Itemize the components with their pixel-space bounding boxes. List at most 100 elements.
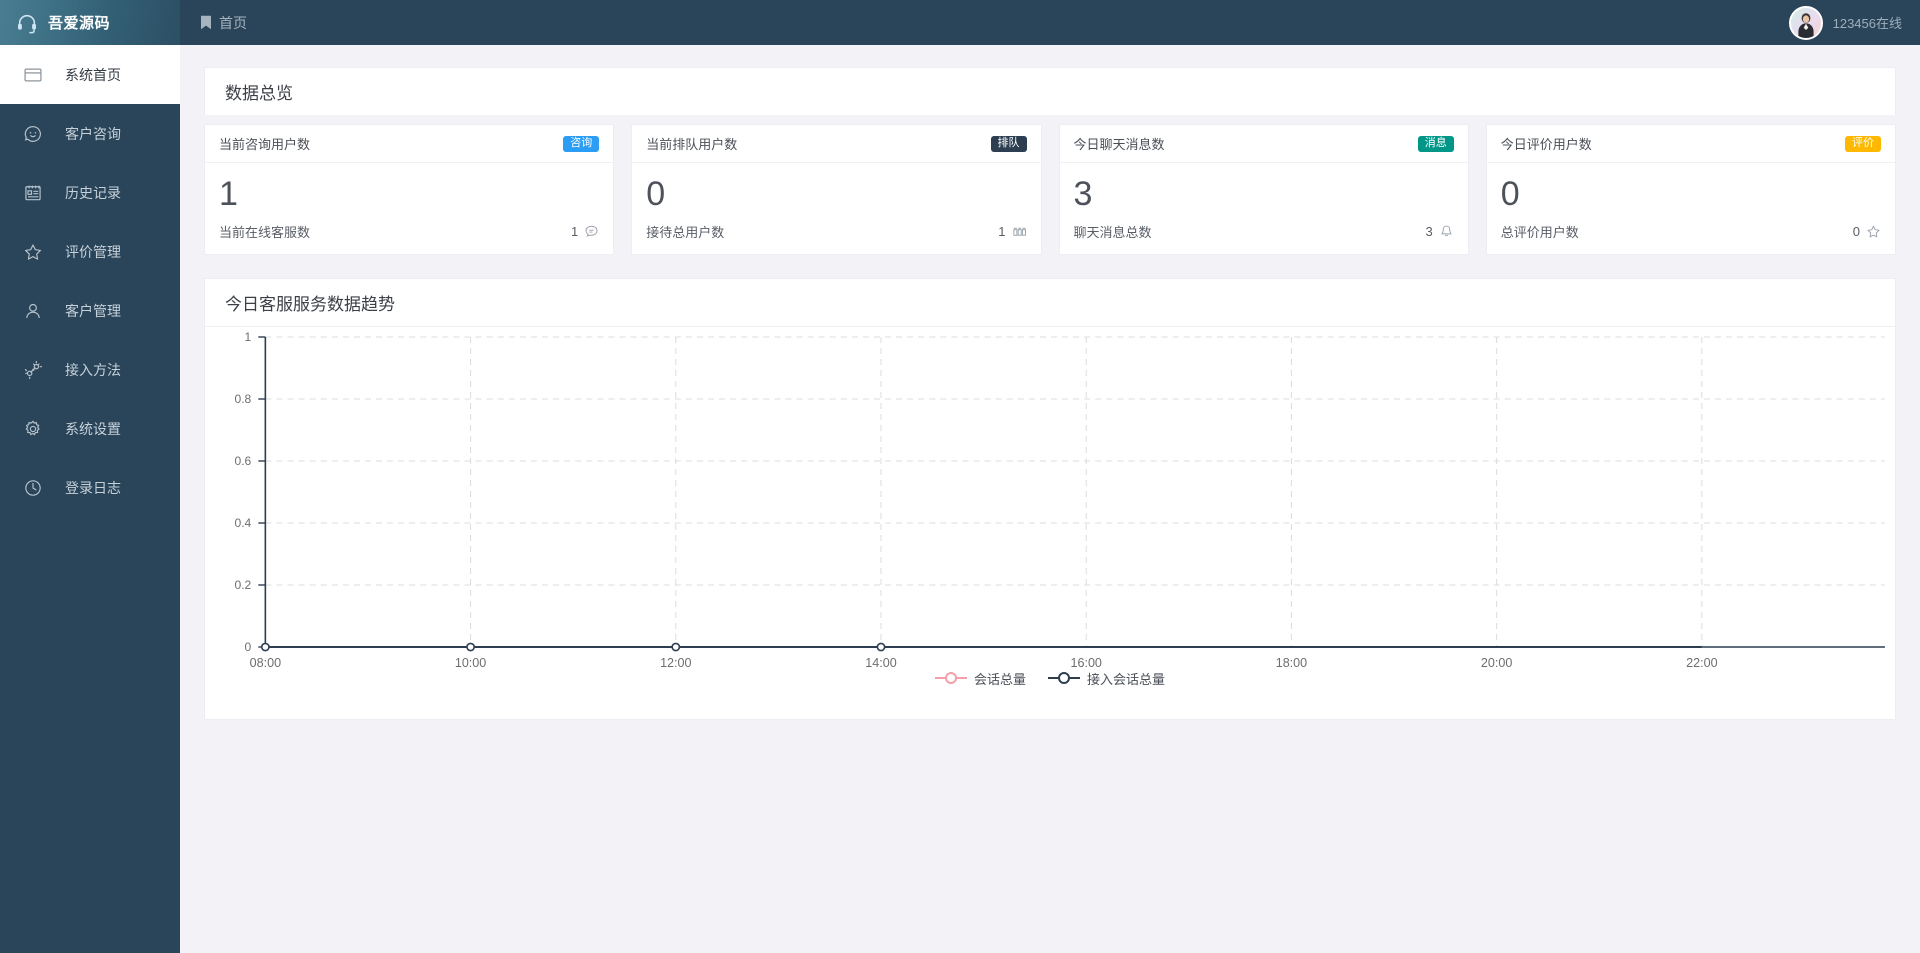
sidebar-item-label: 评价管理 [65,243,121,260]
avatar [1788,5,1823,40]
topbar: 首页 123456在线 [180,0,1920,45]
svg-text:0.8: 0.8 [235,392,252,406]
status-badge: 消息 [1417,135,1454,152]
window-icon [23,65,43,85]
stat-card-footer: 聊天消息总数 3 [1060,213,1468,254]
svg-text:22:00: 22:00 [1686,656,1717,667]
sidebar-item-label: 客户咨询 [65,125,121,142]
sidebar-item-review-management[interactable]: 评价管理 [0,222,180,281]
svg-text:1: 1 [245,330,252,344]
stat-card-label: 当前排队用户数 [646,137,738,152]
stat-card-label: 今日聊天消息数 [1073,137,1165,152]
sidebar-item-label: 系统设置 [65,420,121,437]
sidebar-item-label: 客户管理 [65,302,121,319]
sidebar-item-label: 登录日志 [65,479,121,496]
sidebar-item-label: 接入方法 [65,361,121,378]
stat-card[interactable]: 当前咨询用户数 咨询 1 当前在线客服数 1 [204,124,615,255]
legend-item[interactable]: 会话总量 [934,669,1026,688]
sidebar-item-customer-consult[interactable]: 客户咨询 [0,104,180,163]
user-icon [23,301,43,321]
stat-card-footer: 接待总用户数 1 [632,213,1040,254]
svg-text:0: 0 [245,640,252,654]
gear-icon [23,419,43,439]
stat-card-foot-value: 0 [1852,223,1860,239]
status-badge: 排队 [990,135,1027,152]
svg-text:0.4: 0.4 [235,516,252,530]
sidebar-item-login-log[interactable]: 登录日志 [0,458,180,517]
stat-card-foot-label: 聊天消息总数 [1073,224,1152,240]
legend-item[interactable]: 接入会话总量 [1048,669,1165,688]
stat-card-body: 1 [205,163,613,213]
sidebar-item-label: 历史记录 [65,184,121,201]
svg-text:0.2: 0.2 [235,578,252,592]
stat-card-foot-value: 1 [998,223,1006,239]
stat-card-body: 3 [1060,163,1468,213]
stat-card-value: 0 [1500,175,1520,213]
star-outline-icon [1866,224,1881,239]
trend-chart[interactable]: 1 0.8 0.6 0.4 0.2 0 08:00 10:00 12:00 14… [205,327,1895,719]
stat-card-foot-label: 总评价用户数 [1500,224,1579,240]
user-menu[interactable]: 123456在线 [1788,5,1902,40]
star-icon [23,242,43,262]
overview-title: 数据总览 [225,84,293,103]
stat-card-value: 0 [646,175,666,213]
stat-card-body: 0 [1487,163,1895,213]
stat-card-footer: 当前在线客服数 1 [205,213,613,254]
stat-card-foot-value-group: 1 [571,224,599,239]
stat-card-label: 当前咨询用户数 [219,137,311,152]
user-label: 123456在线 [1832,16,1902,31]
smiley-chat-icon [23,124,43,144]
stat-card[interactable]: 今日聊天消息数 消息 3 聊天消息总数 3 [1058,124,1469,255]
connect-icon [23,360,43,380]
stat-card-value: 1 [219,175,238,213]
chart-legend: 会话总量 接入会话总量 [205,669,1895,688]
svg-text:16:00: 16:00 [1071,656,1102,667]
svg-text:20:00: 20:00 [1481,656,1512,667]
stat-card[interactable]: 当前排队用户数 排队 0 接待总用户数 1 [631,124,1042,255]
status-badge: 咨询 [563,135,600,152]
stat-card-foot-label: 当前在线客服数 [219,224,311,240]
trend-chart-svg: 1 0.8 0.6 0.4 0.2 0 08:00 10:00 12:00 14… [235,330,1885,667]
bookmark-icon [200,15,212,30]
stat-card-header: 当前排队用户数 排队 [632,125,1041,163]
sidebar-item-system-home[interactable]: 系统首页 [0,45,180,104]
headset-icon [16,12,38,34]
sidebar-item-access-method[interactable]: 接入方法 [0,340,180,399]
sidebar-item-history[interactable]: 历史记录 [0,163,180,222]
stat-card[interactable]: 今日评价用户数 评价 0 总评价用户数 0 [1485,124,1896,255]
queue-icon [1012,224,1027,239]
svg-text:18:00: 18:00 [1276,656,1307,667]
trend-title: 今日客服服务数据趋势 [225,294,395,314]
trend-panel: 今日客服服务数据趋势 1 0.8 0.6 0.4 0.2 0 08:00 10:… [204,277,1896,720]
stat-card-footer: 总评价用户数 0 [1487,213,1895,254]
bell-icon [1439,224,1454,239]
brand-name: 吾爱源码 [48,15,111,32]
stat-card-foot-value-group: 0 [1853,224,1881,239]
chat-bubble-icon [584,224,599,239]
stat-card-header: 当前咨询用户数 咨询 [205,125,614,163]
legend-label: 会话总量 [973,671,1026,687]
svg-text:0.6: 0.6 [235,454,252,468]
breadcrumb[interactable]: 首页 [200,13,247,33]
stat-card-value: 3 [1073,175,1093,213]
clock-icon [23,478,43,498]
stat-card-body: 0 [632,163,1040,213]
stat-card-list: 当前咨询用户数 咨询 1 当前在线客服数 1 当前排队用户数 排队 0 接待总用… [204,124,1896,255]
stat-card-header: 今日聊天消息数 消息 [1059,125,1468,163]
trend-header: 今日客服服务数据趋势 [205,279,1895,327]
stat-card-foot-label: 接待总用户数 [646,224,725,240]
overview-header: 数据总览 [204,67,1896,115]
legend-label: 接入会话总量 [1087,671,1166,687]
brand-logo[interactable]: 吾爱源码 [0,0,180,45]
svg-text:08:00: 08:00 [250,656,281,667]
main-area: 首页 123456在线 数据总览 当前咨询用户数 咨询 1 当前在线客服数 1 … [180,0,1920,953]
legend-marker-icon [1048,672,1080,685]
status-badge: 评价 [1845,135,1881,152]
note-list-icon [23,183,43,203]
sidebar-item-customer-management[interactable]: 客户管理 [0,281,180,340]
stat-card-label: 今日评价用户数 [1500,137,1592,152]
svg-text:10:00: 10:00 [455,656,486,667]
sidebar-item-system-settings[interactable]: 系统设置 [0,399,180,458]
stat-card-foot-value-group: 3 [1426,224,1454,239]
svg-text:14:00: 14:00 [865,656,896,667]
